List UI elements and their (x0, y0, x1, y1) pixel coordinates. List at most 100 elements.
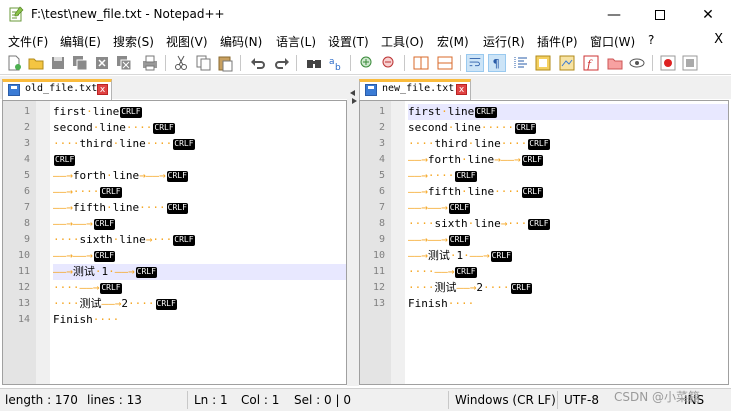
text-line[interactable]: ····third·line···· CRLF (408, 136, 728, 152)
minimize-button[interactable]: — (591, 0, 637, 31)
status-eol-mode[interactable]: Windows (CR LF) (455, 393, 556, 407)
text-line[interactable]: Finish···· (53, 312, 346, 328)
tab-new-file[interactable]: new_file.txt x (359, 79, 471, 100)
text-line[interactable]: ····sixth·line→··· CRLF (408, 216, 728, 232)
menu-file[interactable]: 文件(F) (8, 33, 48, 50)
menu-plugins[interactable]: 插件(P) (537, 33, 578, 50)
left-editor-pane[interactable]: 1 first·line CRLF 2 second·line···· CRLF 3 ····… (2, 100, 347, 385)
line-pre: first (53, 105, 86, 118)
line-text: line (92, 105, 120, 118)
save-all-icon[interactable] (71, 54, 89, 72)
menu-help[interactable]: ? (648, 33, 654, 47)
menu-encoding[interactable]: 编码(N) (220, 33, 262, 50)
menu-search[interactable]: 搜索(S) (113, 33, 154, 50)
undo-icon[interactable] (249, 54, 267, 72)
redo-icon[interactable] (273, 54, 291, 72)
line-number: 12 (17, 282, 30, 293)
menu-edit[interactable]: 编辑(E) (60, 33, 101, 50)
find-icon[interactable] (305, 54, 323, 72)
sync-vertical-icon[interactable] (412, 54, 430, 72)
text-line[interactable]: ——→fifth·line···· CRLF (408, 184, 728, 200)
stop-macro-icon[interactable] (681, 54, 699, 72)
text-line[interactable]: ——→forth·line→——→ CRLF (53, 168, 346, 184)
crlf-marker: CRLF (135, 266, 157, 278)
tab-close-icon[interactable]: x (456, 84, 467, 95)
text-line[interactable]: ——→——→ CRLF (53, 248, 346, 264)
tab-old-file[interactable]: old_file.txt x (2, 79, 112, 100)
save-icon[interactable] (49, 54, 67, 72)
text-line[interactable]: CRLF (53, 152, 346, 168)
text-line[interactable]: first·line CRLF (408, 104, 728, 120)
line-tail: ···· (483, 281, 510, 294)
status-separator (187, 391, 188, 409)
text-line[interactable]: ——→——→ CRLF (53, 216, 346, 232)
right-editor-pane[interactable]: 1 first·line CRLF 2 second·line····· CRLF 3 ···… (359, 100, 729, 385)
text-line[interactable]: ····测试——→2···· CRLF (408, 280, 728, 296)
text-line[interactable]: ——→测试·1·——→ CRLF (53, 264, 346, 280)
menu-language[interactable]: 语言(L) (276, 33, 316, 50)
crlf-marker: CRLF (475, 106, 497, 118)
move-left-icon[interactable] (350, 90, 355, 96)
monitoring-eye-icon[interactable] (628, 54, 646, 72)
line-number: 8 (23, 218, 30, 229)
text-line[interactable]: ····third·line···· CRLF (53, 136, 346, 152)
menu-view[interactable]: 视图(V) (166, 33, 208, 50)
crlf-marker: CRLF (93, 250, 116, 262)
close-button[interactable]: ✕ (685, 0, 731, 31)
close-document-button[interactable]: X (714, 32, 723, 47)
view-splitter[interactable] (347, 76, 359, 386)
word-wrap-icon[interactable] (466, 54, 484, 72)
new-file-icon[interactable] (5, 54, 23, 72)
menu-macro[interactable]: 宏(M) (437, 33, 469, 50)
text-line[interactable]: ——→——→ CRLF (408, 232, 728, 248)
close-all-icon[interactable] (115, 54, 133, 72)
line-tail: →··· (500, 217, 528, 230)
line-word: sixth (434, 217, 468, 230)
record-macro-icon[interactable] (659, 54, 677, 72)
copy-icon[interactable] (194, 54, 212, 72)
cut-icon[interactable] (172, 54, 190, 72)
text-line[interactable]: ····sixth·line→··· CRLF (53, 232, 346, 248)
text-line[interactable]: ····——→ CRLF (408, 264, 728, 280)
replace-icon[interactable]: ab (327, 54, 345, 72)
close-file-icon[interactable] (93, 54, 111, 72)
print-icon[interactable] (141, 54, 159, 72)
text-line[interactable]: second·line···· CRLF (53, 120, 346, 136)
text-line[interactable]: ——→fifth·line···· CRLF (53, 200, 346, 216)
move-right-icon[interactable] (352, 98, 357, 104)
text-line[interactable]: ——→测试·1·——→ CRLF (408, 248, 728, 264)
window-title: F:\test\new_file.txt - Notepad++ (31, 7, 225, 21)
paste-icon[interactable] (216, 54, 234, 72)
text-line[interactable]: ····测试——→2···· CRLF (53, 296, 346, 312)
text-line[interactable]: ——→——→ CRLF (408, 200, 728, 216)
sync-horizontal-icon[interactable] (436, 54, 454, 72)
text-line[interactable]: second·line····· CRLF (408, 120, 728, 136)
open-file-icon[interactable] (27, 54, 45, 72)
zoom-in-icon[interactable] (358, 54, 376, 72)
document-map-icon[interactable] (558, 54, 576, 72)
text-line[interactable]: Finish···· (408, 296, 728, 312)
show-all-characters-icon[interactable]: ¶ (488, 54, 506, 72)
text-line[interactable]: ——→···· CRLF (53, 184, 346, 200)
maximize-button[interactable] (637, 0, 683, 31)
text-line[interactable]: first·line CRLF (53, 104, 346, 120)
status-encoding[interactable]: UTF-8 (564, 393, 599, 407)
function-list-icon[interactable]: f (582, 54, 600, 72)
line-pre: ····测试 (53, 297, 102, 310)
text-line[interactable]: ——→forth·line→——→ CRLF (408, 152, 728, 168)
crlf-marker: CRLF (153, 122, 175, 134)
line-text: 2 (476, 281, 483, 294)
line-pre: Finish (408, 297, 448, 310)
define-language-icon[interactable] (534, 54, 552, 72)
tab-close-icon[interactable]: x (97, 84, 108, 95)
menu-tools[interactable]: 工具(O) (381, 33, 424, 50)
menu-window[interactable]: 窗口(W) (590, 33, 635, 50)
indent-guide-icon[interactable] (512, 54, 530, 72)
menu-settings[interactable]: 设置(T) (328, 33, 369, 50)
line-word: forth (427, 153, 461, 166)
zoom-out-icon[interactable] (380, 54, 398, 72)
text-line[interactable]: ····——→ CRLF (53, 280, 346, 296)
menu-run[interactable]: 运行(R) (483, 33, 525, 50)
folder-workspace-icon[interactable] (606, 54, 624, 72)
text-line[interactable]: ——→···· CRLF (408, 168, 728, 184)
